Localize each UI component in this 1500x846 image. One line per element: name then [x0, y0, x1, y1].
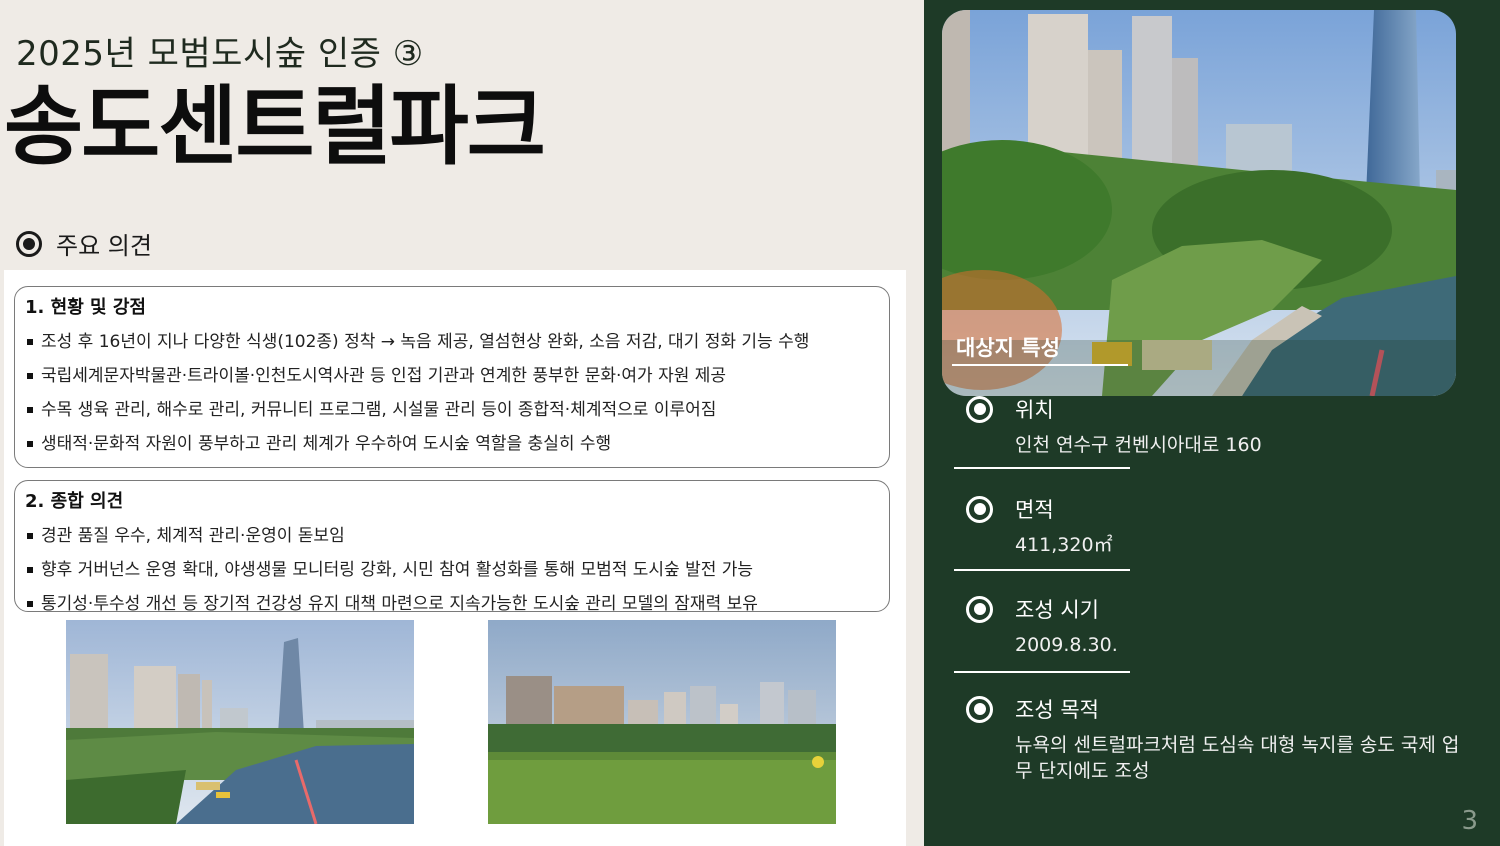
- info-purpose: 조성 목적 뉴욕의 센트럴파크처럼 도심속 대형 녹지를 송도 국제 업무 단지…: [966, 694, 1466, 784]
- strengths-list: 조성 후 16년이 지나 다양한 식생(102종) 정착 → 녹음 제공, 열섬…: [25, 325, 879, 461]
- info-label: 면적: [1015, 498, 1054, 522]
- info-label: 조성 시기: [1015, 598, 1099, 622]
- section-heading: 주요 의견: [16, 226, 152, 261]
- info-row: 조성 목적: [966, 694, 1466, 724]
- list-item: 향후 거버넌스 운영 확대, 야생생물 모니터링 강화, 시민 참여 활성화를 …: [25, 553, 879, 587]
- info-value: 2009.8.30.: [1015, 634, 1118, 656]
- info-value: 뉴욕의 센트럴파크처럼 도심속 대형 녹지를 송도 국제 업무 단지에도 조성: [1015, 734, 1460, 782]
- info-row: 면적: [966, 494, 1113, 524]
- info-value: 인천 연수구 컨벤시아대로 160: [1015, 434, 1262, 456]
- list-item: 국립세계문자박물관·트라이볼·인천도시역사관 등 인접 기관과 연계한 풍부한 …: [25, 359, 879, 393]
- info-label: 조성 목적: [1015, 698, 1099, 722]
- info-location: 위치 인천 연수구 컨벤시아대로 160: [966, 394, 1262, 458]
- radio-bullet-icon: [966, 695, 993, 723]
- radio-bullet-icon: [16, 230, 42, 257]
- page-title: 송도센트럴파크: [4, 77, 546, 177]
- info-value: 411,320㎡: [1015, 534, 1113, 556]
- list-item: 수목 생육 관리, 해수로 관리, 커뮤니티 프로그램, 시설물 관리 등이 종…: [25, 393, 879, 427]
- list-item: 생태적·문화적 자원이 풍부하고 관리 체계가 우수하여 도시숲 역할을 충실히…: [25, 427, 879, 461]
- summary-title: 2. 종합 의견: [25, 491, 124, 512]
- summary-list: 경관 품질 우수, 체계적 관리·운영이 돋보임 향후 거버넌스 운영 확대, …: [25, 519, 879, 611]
- page-subtitle: 2025년 모범도시숲 인증 ③: [16, 34, 424, 74]
- strengths-title: 1. 현황 및 강점: [25, 297, 146, 318]
- divider: [954, 467, 1130, 469]
- section-heading-label: 주요 의견: [56, 232, 152, 260]
- divider: [954, 671, 1130, 673]
- info-row: 위치: [966, 394, 1262, 424]
- divider: [954, 569, 1130, 571]
- page-number: 3: [1461, 806, 1478, 836]
- photo-label-underline: [952, 364, 1128, 366]
- info-row: 조성 시기: [966, 594, 1118, 624]
- park-lake-photo: [66, 620, 414, 824]
- list-item: 경관 품질 우수, 체계적 관리·운영이 돋보임: [25, 519, 879, 553]
- info-label: 위치: [1015, 398, 1054, 422]
- info-area: 면적 411,320㎡: [966, 494, 1113, 558]
- radio-bullet-icon: [966, 395, 993, 423]
- photo-label: 대상지 특성: [956, 336, 1060, 360]
- list-item: 통기성·투수성 개선 등 장기적 건강성 유지 대책 마련으로 지속가능한 도시…: [25, 587, 879, 611]
- park-lawn-photo: [488, 620, 836, 824]
- strengths-box: 1. 현황 및 강점 조성 후 16년이 지나 다양한 식생(102종) 정착 …: [14, 286, 890, 468]
- list-item: 조성 후 16년이 지나 다양한 식생(102종) 정착 → 녹음 제공, 열섬…: [25, 325, 879, 359]
- summary-box: 2. 종합 의견 경관 품질 우수, 체계적 관리·운영이 돋보임 향후 거버넌…: [14, 480, 890, 612]
- info-date: 조성 시기 2009.8.30.: [966, 594, 1118, 658]
- radio-bullet-icon: [966, 495, 993, 523]
- radio-bullet-icon: [966, 595, 993, 623]
